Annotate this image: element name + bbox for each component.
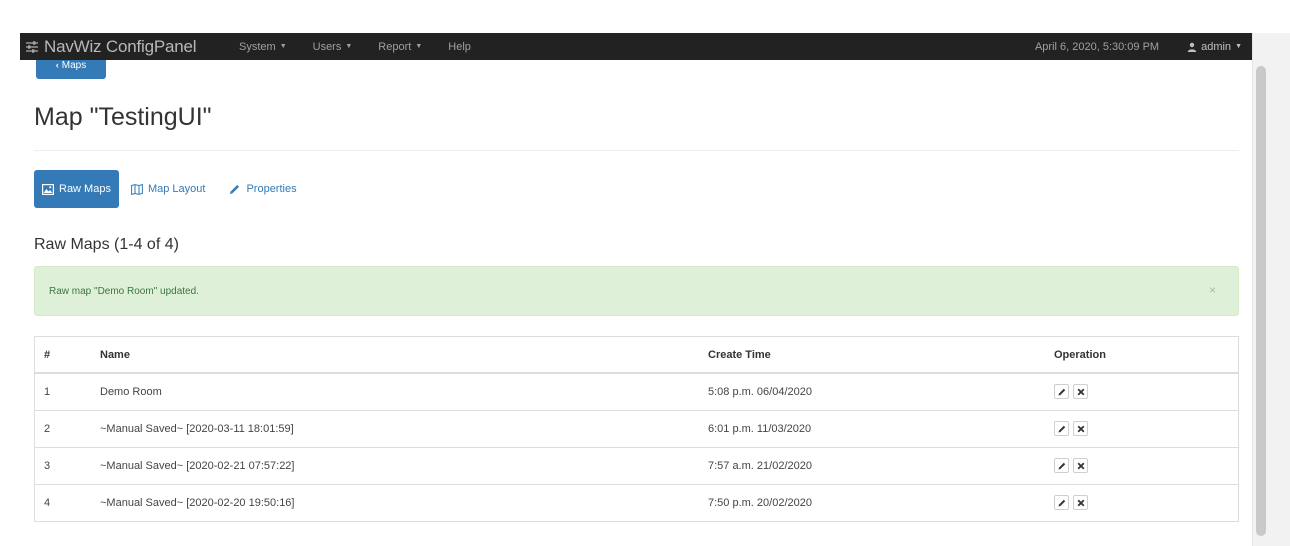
row-name: ~Manual Saved~ [2020-02-21 07:57:22]: [93, 446, 702, 484]
app-window: NavWiz ConfigPanel System ▼ Users ▼ Repo…: [0, 0, 1290, 546]
nav-menu-label: Users: [312, 40, 342, 53]
row-name: Demo Room: [100, 385, 162, 398]
user-icon: [1187, 42, 1197, 52]
nav-menu-system[interactable]: System ▼: [239, 41, 287, 53]
row-operations: [1047, 446, 1238, 484]
pencil-icon: [230, 184, 240, 194]
close-icon: [1077, 388, 1084, 396]
pencil-icon: [1058, 462, 1065, 469]
edit-button[interactable]: [1054, 458, 1069, 473]
column-header-num: #: [35, 337, 93, 374]
map-icon: [131, 183, 143, 195]
brand-label: NavWiz ConfigPanel: [44, 36, 197, 56]
image-icon: [42, 183, 54, 195]
back-to-maps-button[interactable]: ‹ Maps: [36, 60, 106, 79]
close-icon: [1077, 499, 1084, 507]
delete-button[interactable]: [1073, 458, 1088, 473]
nav-menu-help[interactable]: Help: [448, 41, 471, 53]
column-header-create-time: Create Time: [702, 337, 1047, 374]
tab-raw-maps[interactable]: Raw Maps: [34, 170, 119, 208]
row-number: 2: [35, 409, 93, 447]
caret-down-icon: ▼: [415, 43, 423, 50]
user-name: admin: [1201, 40, 1232, 53]
row-operations: [1047, 409, 1238, 447]
row-name: ~Manual Saved~ [2020-03-11 18:01:59]: [93, 409, 702, 447]
tab-properties[interactable]: Properties: [217, 170, 308, 208]
row-create-time: 7:50 p.m. 20/02/2020: [702, 483, 1047, 521]
row-number: 4: [35, 483, 93, 521]
nav-menu-report[interactable]: Report ▼: [378, 41, 422, 53]
nav-menu-label: Report: [378, 40, 412, 53]
row-number: 1: [44, 385, 51, 398]
success-alert: Raw map "Demo Room" updated. ×: [34, 266, 1239, 316]
edit-button[interactable]: [1054, 421, 1069, 436]
pencil-icon: [1058, 499, 1065, 507]
user-menu[interactable]: admin ▼: [1187, 41, 1242, 53]
delete-button[interactable]: [1073, 495, 1088, 511]
caret-down-icon: ▼: [279, 43, 287, 50]
nav-menu-users[interactable]: Users ▼: [313, 41, 353, 53]
delete-button[interactable]: [1073, 384, 1088, 400]
brand[interactable]: NavWiz ConfigPanel: [20, 37, 239, 57]
table-row: 3 ~Manual Saved~ [2020-02-21 07:57:22] 7…: [35, 446, 1238, 484]
row-create-time: 7:57 a.m. 21/02/2020: [702, 446, 1047, 484]
page-title: Map "TestingUI": [34, 103, 212, 131]
table-row: 4 ~Manual Saved~ [2020-02-20 19:50:16] 7…: [35, 483, 1238, 521]
table-row: 2 ~Manual Saved~ [2020-03-11 18:01:59] 6…: [35, 409, 1238, 447]
raw-maps-table: # Name Create Time Operation 1 Demo Room…: [34, 336, 1239, 522]
row-create-time: 5:08 p.m. 06/04/2020: [708, 385, 812, 398]
row-number: 3: [35, 446, 93, 484]
caret-down-icon: ▼: [345, 43, 353, 50]
top-navbar: NavWiz ConfigPanel System ▼ Users ▼ Repo…: [20, 33, 1252, 60]
column-header-operation: Operation: [1047, 337, 1238, 374]
column-header-name: Name: [93, 337, 702, 374]
nav-menu-label: Help: [448, 40, 471, 53]
nav-datetime: April 6, 2020, 5:30:09 PM: [1034, 40, 1160, 53]
title-divider: [34, 150, 1239, 151]
nav-menu-label: System: [239, 40, 276, 53]
table-row: 1 Demo Room 5:08 p.m. 06/04/2020: [35, 373, 1238, 410]
table-header-row: # Name Create Time Operation: [35, 337, 1238, 374]
alert-message: Raw map "Demo Room" updated.: [49, 285, 199, 297]
edit-button[interactable]: [1054, 495, 1069, 511]
chevron-left-icon: ‹: [55, 60, 59, 70]
back-button-label: Maps: [61, 60, 87, 71]
tab-label: Properties: [246, 183, 297, 195]
tab-label: Map Layout: [147, 183, 206, 195]
edit-button[interactable]: [1054, 384, 1069, 400]
pencil-icon: [1058, 388, 1065, 396]
delete-button[interactable]: [1073, 421, 1088, 436]
tab-map-layout[interactable]: Map Layout: [119, 170, 217, 208]
row-create-time: 6:01 p.m. 11/03/2020: [702, 409, 1047, 447]
row-operations: [1047, 373, 1238, 410]
close-icon: [1077, 462, 1084, 469]
row-operations: [1047, 483, 1238, 521]
pencil-icon: [1058, 425, 1065, 432]
scrollbar-thumb[interactable]: [1256, 66, 1266, 536]
row-name: ~Manual Saved~ [2020-02-20 19:50:16]: [93, 483, 702, 521]
caret-down-icon: ▼: [1235, 43, 1242, 50]
sliders-icon: [26, 40, 38, 53]
section-heading: Raw Maps (1-4 of 4): [34, 236, 179, 253]
close-icon[interactable]: ×: [1209, 283, 1216, 297]
map-tabs: Raw Maps Map Layout Properties: [34, 170, 309, 208]
tab-label: Raw Maps: [59, 183, 111, 195]
close-icon: [1077, 425, 1084, 432]
